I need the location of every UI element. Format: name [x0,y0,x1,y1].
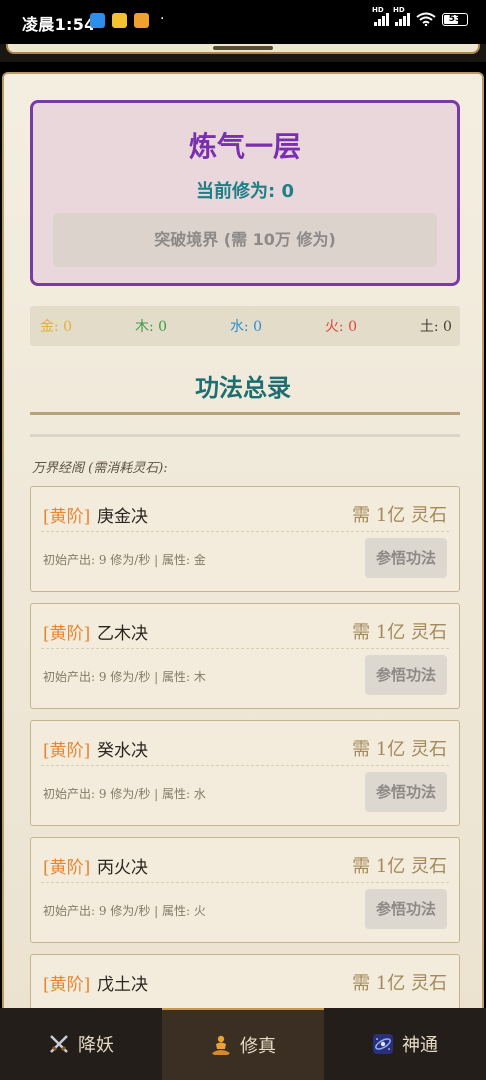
divider [41,882,449,883]
realm-title: 炼气一层 [188,130,301,163]
notification-app-icon [90,13,105,28]
status-icons: HD HD 53 [372,6,468,26]
notification-app-icon [112,13,127,28]
bottom-nav: 降妖 修真 神通 [0,1008,486,1080]
comprehend-button[interactable]: 参悟功法 [365,772,447,812]
crossed-swords-icon [50,1035,68,1053]
top-strip [0,44,486,62]
skill-name: 乙木决 [97,624,148,644]
skill-card: [黄阶] 乙木决 需 1亿 灵石 初始产出: 9 修为/秒 | 属性: 木 参悟… [30,603,460,709]
nav-tab-demon[interactable]: 降妖 [0,1008,162,1080]
skill-card: [黄阶] 丙火决 需 1亿 灵石 初始产出: 9 修为/秒 | 属性: 火 参悟… [30,837,460,943]
skill-description: 初始产出: 9 修为/秒 | 属性: 金 [43,553,206,567]
divider [41,765,449,766]
skill-grade: [黄阶] [43,741,91,761]
divider [30,434,460,437]
library-label: 万界经阁 (需消耗灵石): [32,461,168,476]
skill-name: 庚金决 [97,507,148,527]
battery-icon: 53 [442,12,468,26]
battery-level: 53 [448,14,462,24]
skill-grade: [黄阶] [43,975,91,995]
nav-label: 神通 [402,1035,438,1056]
skill-cost: 需 1亿 灵石 [352,622,447,643]
breakthrough-button[interactable]: 突破境界 (需 10万 修为) [53,213,437,267]
element-wood: 木: 0 [134,319,168,335]
nav-tab-abilities[interactable]: 神通 [324,1008,486,1080]
skill-name: 丙火决 [97,858,148,878]
element-metal: 金: 0 [40,319,73,335]
skill-description: 初始产出: 9 修为/秒 | 属性: 水 [43,787,206,801]
cultivation-label: 当前修为: [195,181,276,202]
wifi-icon [416,12,436,26]
skill-cost: 需 1亿 灵石 [352,739,447,760]
meditation-icon [212,1035,230,1055]
divider [30,412,460,415]
skill-grade: [黄阶] [43,624,91,644]
skill-description: 初始产出: 9 修为/秒 | 属性: 木 [43,670,206,684]
section-title: 功法总录 [195,373,291,402]
notification-app-icon [134,13,149,28]
skill-card: [黄阶] 癸水决 需 1亿 灵石 初始产出: 9 修为/秒 | 属性: 水 参悟… [30,720,460,826]
element-water: 水: 0 [229,319,263,335]
status-bar: 凌晨1:54 · HD HD 53 [0,0,486,44]
comprehend-button[interactable]: 参悟功法 [365,889,447,929]
skill-cost: 需 1亿 灵石 [352,505,447,526]
skill-name: 癸水决 [97,741,148,761]
skill-cost: 需 1亿 灵石 [352,973,447,994]
signal-icon: HD [393,6,410,26]
skill-card: [黄阶] 庚金决 需 1亿 灵石 初始产出: 9 修为/秒 | 属性: 金 参悟… [30,486,460,592]
divider [41,531,449,532]
nav-label: 修真 [240,1036,276,1057]
nav-label: 降妖 [78,1035,114,1056]
skill-grade: [黄阶] [43,507,91,527]
comprehend-button[interactable]: 参悟功法 [365,538,447,578]
element-fire: 火: 0 [324,319,357,335]
galaxy-icon [373,1034,393,1054]
skill-description: 初始产出: 9 修为/秒 | 属性: 火 [43,904,206,918]
elements-bar: 金: 0 木: 0 水: 0 火: 0 土: 0 [30,306,460,346]
nav-tab-cultivation[interactable]: 修真 [162,1008,324,1080]
cultivation-value: 0 [281,181,294,202]
divider [41,648,449,649]
status-time: 凌晨1:54 [22,15,96,34]
skill-cost: 需 1亿 灵石 [352,856,447,877]
skill-grade: [黄阶] [43,858,91,878]
cultivation-panel[interactable]: 炼气一层 当前修为: 0 突破境界 (需 10万 修为) 金: 0 木: 0 水… [2,72,484,1022]
skill-name: 戊土决 [97,975,148,995]
more-notifications-icon: · [160,11,165,27]
element-earth: 土: 0 [419,319,452,335]
current-cultivation: 当前修为: 0 [33,177,457,203]
signal-icon: HD [372,6,389,26]
realm-card: 炼气一层 当前修为: 0 突破境界 (需 10万 修为) [30,100,460,286]
comprehend-button[interactable]: 参悟功法 [365,655,447,695]
